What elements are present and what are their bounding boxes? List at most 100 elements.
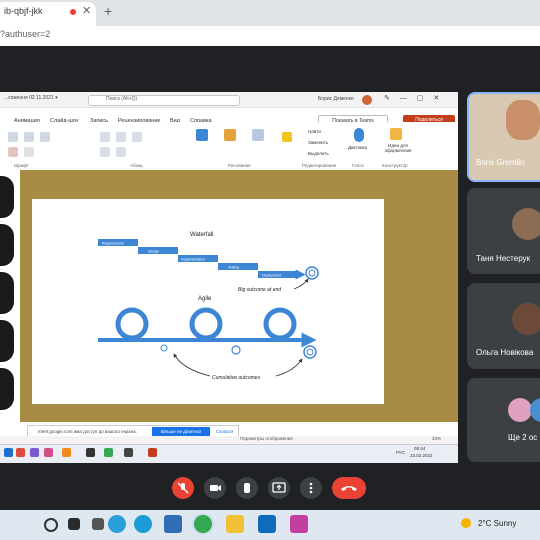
- ribbon-group-font: Шрифт: [14, 163, 29, 168]
- widgets-icon[interactable]: [92, 518, 104, 530]
- taskbar-app-icon[interactable]: [290, 515, 308, 533]
- chrome-icon[interactable]: [194, 515, 212, 533]
- taskbar-app-icon: [30, 448, 39, 457]
- screen-share-text: meet.google.com има доступ до вашого екр…: [38, 429, 137, 434]
- big-outcome-label: Big outcome at end: [238, 287, 281, 293]
- slide-thumbnail[interactable]: [0, 320, 14, 362]
- quick-styles-icon[interactable]: [252, 129, 264, 141]
- ribbon-group-drawing: Рисование: [228, 163, 251, 168]
- agile-loops: [98, 307, 317, 359]
- ribbon-group-paragraph: Абзац: [130, 163, 143, 168]
- edge-icon[interactable]: [134, 515, 152, 533]
- camera-icon: [210, 485, 221, 491]
- align-center-icon[interactable]: [116, 147, 126, 157]
- current-slide: Waterfall Requirements Design Implementa…: [32, 199, 384, 404]
- font-size-icon[interactable]: [24, 147, 34, 157]
- present-icon: [272, 482, 286, 493]
- numbering-icon[interactable]: [116, 132, 126, 142]
- replace-button[interactable]: Заменить: [308, 140, 328, 145]
- font-color-icon[interactable]: [8, 147, 18, 157]
- shape-fill-icon[interactable]: [282, 132, 292, 142]
- slide-thumbnail[interactable]: [0, 176, 14, 218]
- task-view-icon[interactable]: [68, 518, 80, 530]
- raise-hand-button[interactable]: [236, 477, 258, 499]
- file-explorer-icon[interactable]: [226, 515, 244, 533]
- recording-dot-icon: [70, 9, 76, 15]
- select-button[interactable]: Выделить: [308, 151, 329, 156]
- designer-label: Идеи для оформления: [384, 143, 412, 153]
- powerpoint-filename: ...хоження 02.11.2021 ▾: [4, 95, 58, 101]
- find-button[interactable]: Найти: [308, 129, 321, 134]
- more-vert-icon: [309, 482, 313, 494]
- cumulative-label: Cumulative outcomes: [212, 375, 261, 381]
- align-left-icon[interactable]: [100, 147, 110, 157]
- participant-tile[interactable]: [467, 378, 540, 462]
- target-icon: [305, 266, 319, 280]
- slide-diagram: Waterfall Requirements Design Implementa…: [98, 232, 319, 381]
- hide-notification-link[interactable]: Сховати: [216, 429, 233, 434]
- outlook-icon[interactable]: [258, 515, 276, 533]
- new-tab-button[interactable]: +: [104, 3, 112, 19]
- taskbar-app-icon[interactable]: [164, 515, 182, 533]
- taskbar-app-icon: [44, 448, 53, 457]
- participant-name: Boris Gremlin: [476, 158, 525, 167]
- more-participants-label: Ще 2 ос: [508, 433, 538, 442]
- inner-clock-time: 05:44: [414, 446, 426, 451]
- microphone-off-button[interactable]: [172, 477, 194, 499]
- camera-button[interactable]: [204, 477, 226, 499]
- taskbar-app-icon: [86, 448, 95, 457]
- designer-icon[interactable]: [390, 128, 402, 140]
- target-icon: [160, 344, 168, 352]
- font-bold-icon[interactable]: [8, 132, 18, 142]
- microphone-icon[interactable]: [354, 128, 364, 142]
- participant-name: Таня Нестерук: [476, 254, 531, 263]
- zoom-level[interactable]: 33%: [432, 436, 441, 441]
- waterfall-steps: Requirements Design Implementation Testi…: [98, 239, 319, 280]
- arrange-icon[interactable]: [224, 129, 236, 141]
- ribbon-group-voice: Голос: [352, 163, 364, 168]
- weather-condition: Sunny: [493, 519, 517, 528]
- agile-title: Agile: [198, 296, 212, 302]
- inner-clock-date: 23.02.2022: [410, 453, 433, 458]
- powerpoint-status-bar: [0, 436, 458, 444]
- participant-avatar: [508, 398, 532, 422]
- waterfall-step-label: Testing: [228, 266, 239, 270]
- target-icon: [303, 345, 317, 359]
- telegram-icon[interactable]: [108, 515, 126, 533]
- agile-loop: [263, 307, 297, 341]
- powerpoint-user-avatar[interactable]: [362, 95, 372, 105]
- powerpoint-window-controls[interactable]: ✎ — ▢ ✕: [384, 94, 443, 102]
- waterfall-step-label: Implementation: [181, 258, 205, 262]
- font-underline-icon[interactable]: [40, 132, 50, 142]
- participant-avatar: [512, 208, 540, 240]
- hand-icon: [244, 483, 250, 493]
- ribbon-group-designer: Конструктор: [382, 163, 408, 168]
- indent-icon[interactable]: [132, 132, 142, 142]
- url-text: ?authuser=2: [0, 29, 51, 39]
- weather-temp: 2°C: [478, 519, 492, 528]
- slide-thumbnail[interactable]: [0, 368, 14, 410]
- present-button[interactable]: [268, 477, 290, 499]
- tab-close-icon[interactable]: ✕: [82, 4, 91, 17]
- waterfall-step-label: Design: [148, 250, 159, 254]
- address-bar[interactable]: [0, 26, 540, 47]
- end-call-button[interactable]: [332, 477, 366, 499]
- participant-name: Ольга Новікова: [476, 348, 534, 357]
- weather-widget[interactable]: 2°C Sunny: [478, 519, 516, 528]
- search-icon[interactable]: [44, 518, 58, 532]
- sun-icon: [461, 518, 471, 528]
- taskbar-app-icon: [124, 448, 133, 457]
- powerpoint-search-placeholder: Поиск (Alt+Q): [106, 96, 138, 102]
- taskbar-app-icon: [4, 448, 13, 457]
- slide-thumbnail[interactable]: [0, 272, 14, 314]
- participant-video: [506, 100, 540, 140]
- powerpoint-user-name: Борис Деменко: [318, 96, 354, 102]
- slide-thumbnail[interactable]: [0, 224, 14, 266]
- waterfall-step-label: Requirements: [102, 242, 124, 246]
- more-options-button[interactable]: [300, 477, 322, 499]
- display-settings-label[interactable]: Параметры отображения: [240, 436, 293, 441]
- chrome-icon: [104, 448, 113, 457]
- bullets-icon[interactable]: [100, 132, 110, 142]
- font-italic-icon[interactable]: [24, 132, 34, 142]
- shapes-icon[interactable]: [196, 129, 208, 141]
